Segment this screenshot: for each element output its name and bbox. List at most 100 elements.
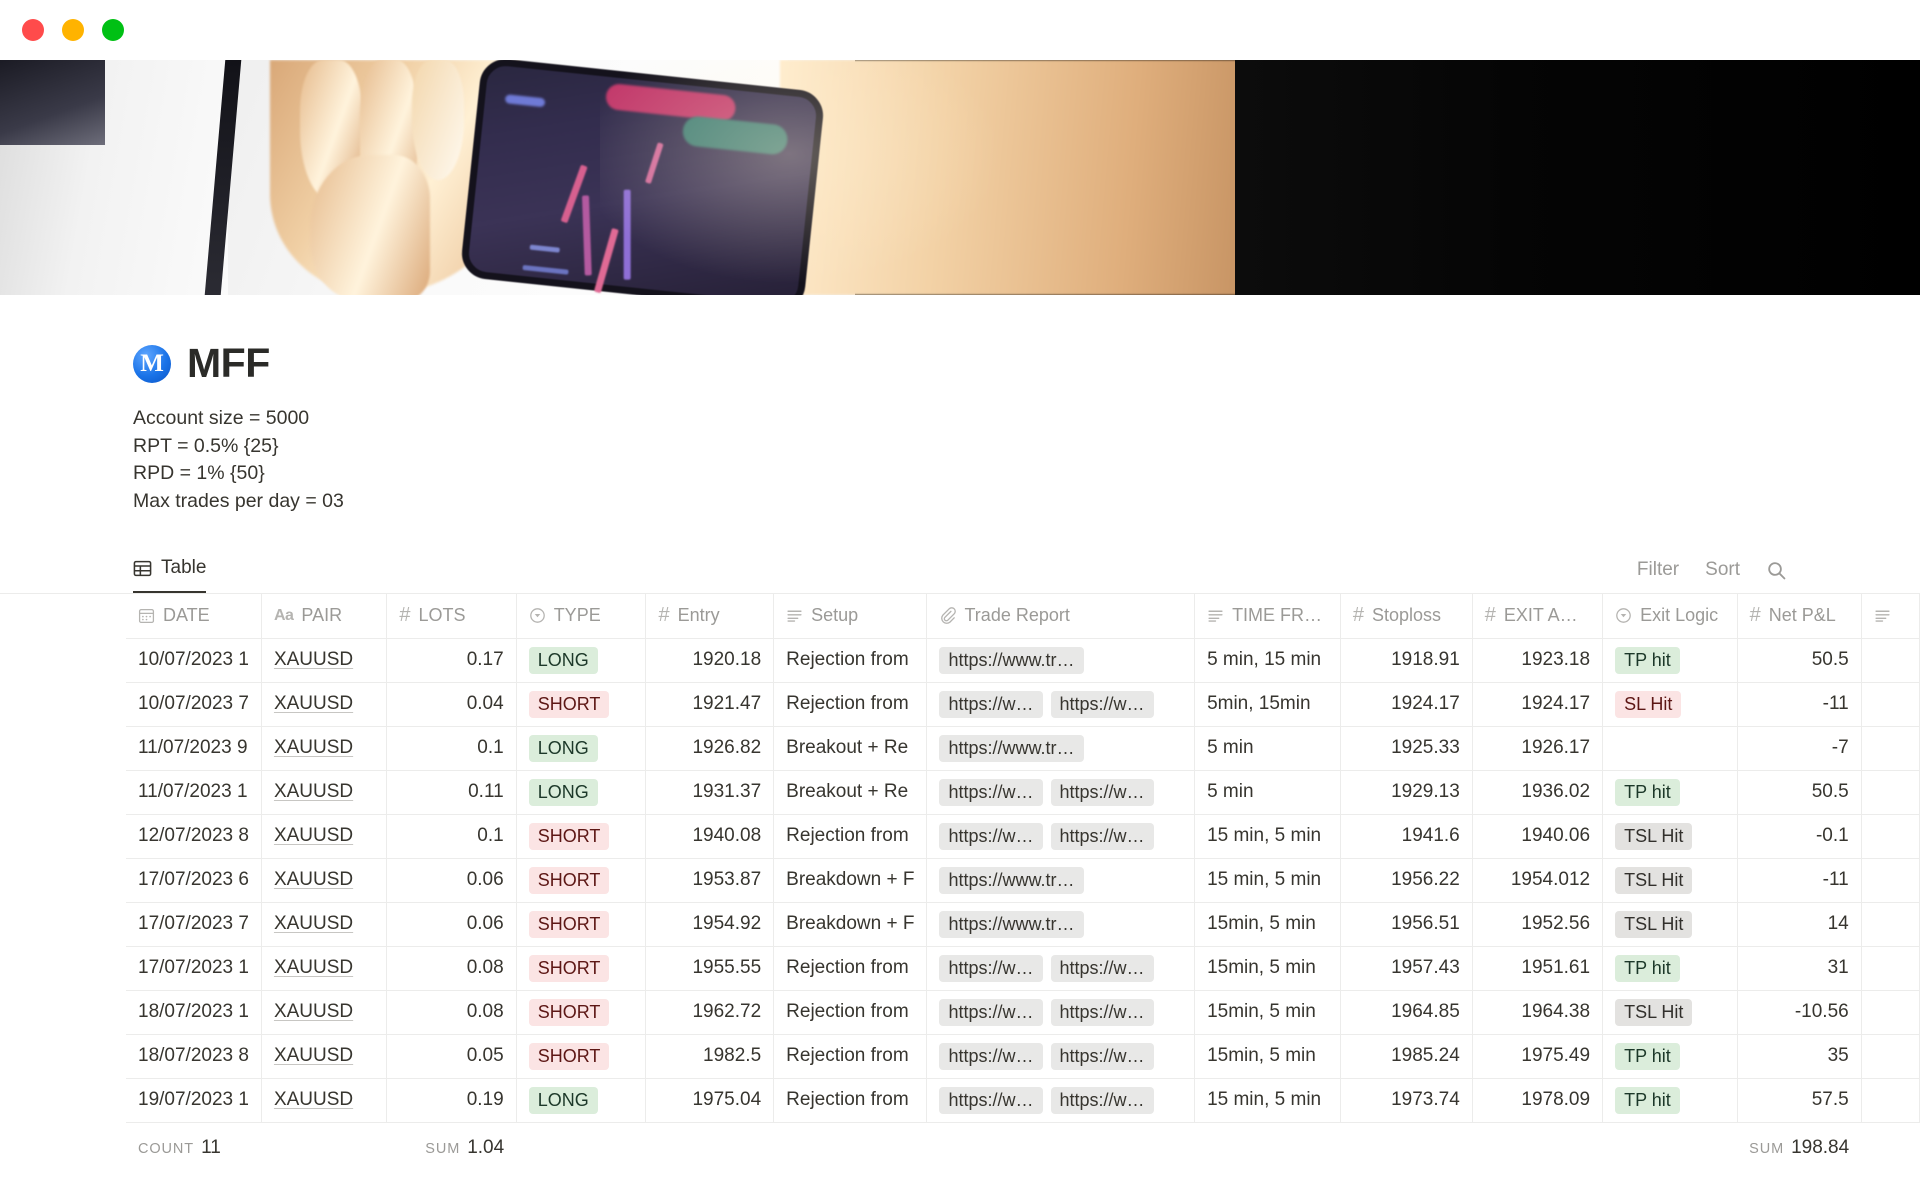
cell-net-pl[interactable]: -0.1: [1737, 814, 1862, 859]
table-row[interactable]: 17/07/2023 1 XAUUSD 0.08 SHORT 1955.55 Reject…: [126, 946, 1920, 991]
cell-date[interactable]: 10/07/2023 7: [126, 682, 262, 727]
cell-exit-amount[interactable]: 1951.61: [1472, 946, 1604, 991]
search-icon[interactable]: [1766, 560, 1787, 581]
minimize-button[interactable]: [62, 19, 84, 41]
cell-type[interactable]: LONG: [516, 726, 647, 771]
column-header-type[interactable]: TYPE: [516, 594, 647, 639]
trade-report-chip[interactable]: https://www.tr…: [939, 866, 1084, 894]
trade-report-chip[interactable]: https://www.tr…: [939, 734, 1084, 762]
cell-type[interactable]: SHORT: [516, 1034, 647, 1079]
cell-stoploss[interactable]: 1924.17: [1340, 682, 1473, 727]
cell-exit-logic[interactable]: TSL Hit: [1602, 858, 1738, 903]
pair-value[interactable]: XAUUSD: [274, 649, 353, 670]
cell-type[interactable]: SHORT: [516, 946, 647, 991]
trade-report-chip[interactable]: https://w…: [1050, 778, 1154, 806]
cell-exit-logic[interactable]: TP hit: [1602, 1078, 1738, 1123]
cell-overflow[interactable]: [1861, 1078, 1920, 1123]
cell-lots[interactable]: 0.1: [386, 814, 517, 859]
cell-overflow[interactable]: [1861, 1034, 1920, 1079]
cell-exit-logic[interactable]: SL Hit: [1602, 682, 1738, 727]
cell-overflow[interactable]: [1861, 858, 1920, 903]
cell-trade-report[interactable]: https://w… https://w…: [926, 770, 1196, 815]
trade-report-chip[interactable]: https://w…: [939, 778, 1043, 806]
cell-setup[interactable]: Breakdown + F: [773, 858, 928, 903]
cell-date[interactable]: 10/07/2023 1: [126, 638, 262, 683]
table-row[interactable]: 10/07/2023 7 XAUUSD 0.04 SHORT 1921.47 Reject…: [126, 682, 1920, 727]
pair-value[interactable]: XAUUSD: [274, 913, 353, 934]
cell-net-pl[interactable]: -7: [1737, 726, 1862, 771]
cell-timeframe[interactable]: 5 min: [1194, 770, 1341, 815]
cell-setup[interactable]: Rejection from: [773, 682, 928, 727]
summary-report-empty[interactable]: [927, 1122, 1195, 1174]
cell-entry[interactable]: 1954.92: [645, 902, 775, 947]
cell-entry[interactable]: 1931.37: [645, 770, 775, 815]
cell-stoploss[interactable]: 1985.24: [1340, 1034, 1473, 1079]
summary-exit-empty[interactable]: [1472, 1122, 1602, 1174]
cell-setup[interactable]: Rejection from: [773, 946, 928, 991]
cell-setup[interactable]: Breakout + Re: [773, 770, 928, 815]
cell-timeframe[interactable]: 15min, 5 min: [1194, 946, 1341, 991]
cell-lots[interactable]: 0.08: [386, 990, 517, 1035]
cell-net-pl[interactable]: 57.5: [1737, 1078, 1862, 1123]
pair-value[interactable]: XAUUSD: [274, 869, 353, 890]
cell-exit-amount[interactable]: 1924.17: [1472, 682, 1604, 727]
trade-report-chip[interactable]: https://w…: [1050, 954, 1154, 982]
trade-report-chip[interactable]: https://w…: [1050, 822, 1154, 850]
cell-exit-amount[interactable]: 1926.17: [1472, 726, 1604, 771]
cell-lots[interactable]: 0.1: [386, 726, 517, 771]
cell-exit-logic[interactable]: TP hit: [1602, 1034, 1738, 1079]
table-row[interactable]: 12/07/2023 8 XAUUSD 0.1 SHORT 1940.08 Rejecti…: [126, 814, 1920, 859]
cell-date[interactable]: 18/07/2023 1: [126, 990, 262, 1035]
column-header-exit-logic[interactable]: Exit Logic: [1602, 594, 1738, 639]
column-header-setup[interactable]: Setup: [773, 594, 928, 639]
trade-report-chip[interactable]: https://w…: [1050, 1042, 1154, 1070]
cell-net-pl[interactable]: 14: [1737, 902, 1862, 947]
cell-stoploss[interactable]: 1973.74: [1340, 1078, 1473, 1123]
close-button[interactable]: [22, 19, 44, 41]
summary-overflow-empty[interactable]: [1861, 1122, 1919, 1174]
table-row[interactable]: 18/07/2023 8 XAUUSD 0.05 SHORT 1982.5 Rejecti…: [126, 1034, 1920, 1079]
cell-trade-report[interactable]: https://w… https://w…: [926, 1078, 1196, 1123]
cell-exit-logic[interactable]: [1602, 726, 1738, 771]
cell-type[interactable]: SHORT: [516, 814, 647, 859]
cell-exit-amount[interactable]: 1975.49: [1472, 1034, 1604, 1079]
cell-entry[interactable]: 1975.04: [645, 1078, 775, 1123]
column-header-entry[interactable]: # Entry: [645, 594, 775, 639]
cell-exit-amount[interactable]: 1936.02: [1472, 770, 1604, 815]
pair-value[interactable]: XAUUSD: [274, 1045, 353, 1066]
cell-date[interactable]: 17/07/2023 6: [126, 858, 262, 903]
cell-exit-logic[interactable]: TSL Hit: [1602, 902, 1738, 947]
cell-timeframe[interactable]: 15min, 5 min: [1194, 1034, 1341, 1079]
cell-trade-report[interactable]: https://w… https://w…: [926, 682, 1196, 727]
cell-trade-report[interactable]: https://w… https://w…: [926, 990, 1196, 1035]
column-header-lots[interactable]: # LOTS: [386, 594, 517, 639]
summary-lots-sum[interactable]: SUM 1.04: [387, 1122, 516, 1174]
column-header-date[interactable]: DATE: [126, 594, 262, 639]
cell-type[interactable]: SHORT: [516, 990, 647, 1035]
cell-net-pl[interactable]: 31: [1737, 946, 1862, 991]
cell-entry[interactable]: 1921.47: [645, 682, 775, 727]
summary-stoploss-empty[interactable]: [1340, 1122, 1472, 1174]
cell-lots[interactable]: 0.11: [386, 770, 517, 815]
cell-setup[interactable]: Breakout + Re: [773, 726, 928, 771]
table-row[interactable]: 18/07/2023 1 XAUUSD 0.08 SHORT 1962.72 Reject…: [126, 990, 1920, 1035]
pair-value[interactable]: XAUUSD: [274, 957, 353, 978]
cell-exit-logic[interactable]: TP hit: [1602, 638, 1738, 683]
cell-timeframe[interactable]: 15 min, 5 min: [1194, 858, 1341, 903]
cell-exit-amount[interactable]: 1940.06: [1472, 814, 1604, 859]
cell-trade-report[interactable]: https://www.tr…: [926, 902, 1196, 947]
cell-overflow[interactable]: [1861, 814, 1920, 859]
cell-setup[interactable]: Rejection from: [773, 638, 928, 683]
cell-pair[interactable]: XAUUSD: [261, 1034, 388, 1079]
cell-lots[interactable]: 0.05: [386, 1034, 517, 1079]
cell-stoploss[interactable]: 1964.85: [1340, 990, 1473, 1035]
cell-exit-logic[interactable]: TP hit: [1602, 770, 1738, 815]
cell-pair[interactable]: XAUUSD: [261, 638, 388, 683]
cell-stoploss[interactable]: 1925.33: [1340, 726, 1473, 771]
cell-net-pl[interactable]: 50.5: [1737, 770, 1862, 815]
cell-setup[interactable]: Breakdown + F: [773, 902, 928, 947]
pair-value[interactable]: XAUUSD: [274, 1001, 353, 1022]
pair-value[interactable]: XAUUSD: [274, 693, 353, 714]
cell-setup[interactable]: Rejection from: [773, 814, 928, 859]
cell-date[interactable]: 17/07/2023 7: [126, 902, 262, 947]
